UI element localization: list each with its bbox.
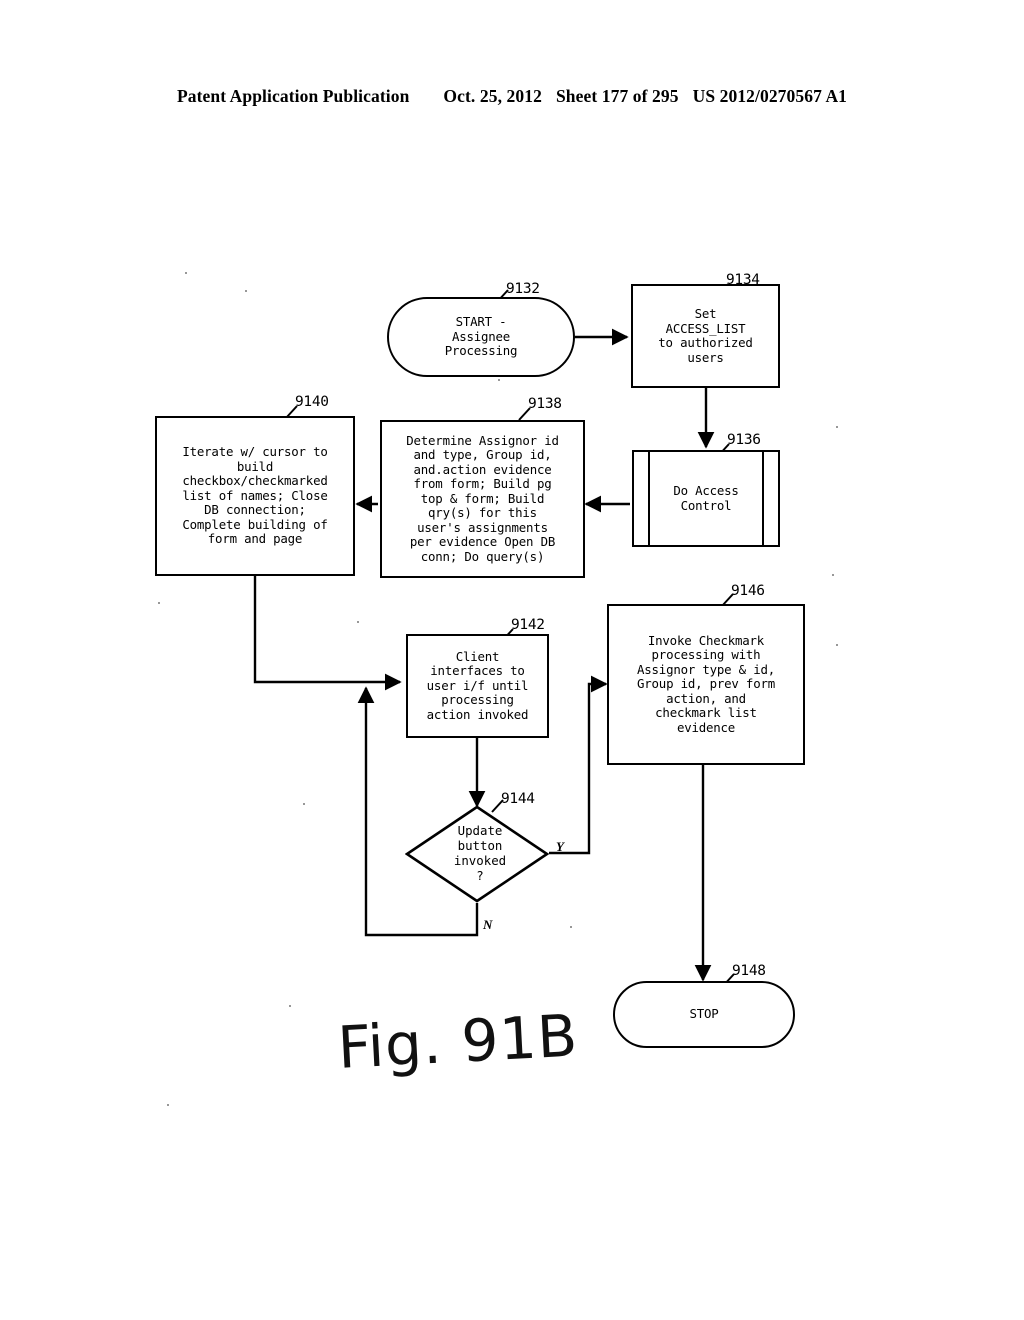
node-client-interfaces-label: Client interfaces to user i/f until proc… bbox=[426, 648, 529, 722]
scan-speck bbox=[289, 1005, 291, 1007]
scan-speck bbox=[245, 290, 247, 292]
node-client-interfaces[interactable]: Client interfaces to user i/f until proc… bbox=[406, 634, 549, 738]
node-determine-assignor-label: Determine Assignor id and type, Group id… bbox=[406, 432, 559, 564]
branch-label-yes: Y bbox=[556, 839, 564, 854]
flowchart: START - Assignee Processing 9132 Set ACC… bbox=[0, 0, 1024, 1320]
patent-figure-page: Patent Application Publication Oct. 25, 2… bbox=[0, 0, 1024, 1320]
scan-speck bbox=[357, 621, 359, 623]
node-do-access-control[interactable]: Do Access Control bbox=[632, 450, 780, 547]
scan-speck bbox=[836, 644, 838, 646]
scan-speck bbox=[185, 272, 187, 274]
scan-speck bbox=[836, 426, 838, 428]
ref-9146: 9146 bbox=[731, 583, 765, 599]
node-update-button-decision[interactable]: Update button invoked ? bbox=[405, 805, 549, 903]
ref-9142: 9142 bbox=[511, 617, 545, 633]
branch-label-no: N bbox=[483, 917, 493, 932]
node-stop[interactable]: STOP bbox=[613, 981, 795, 1048]
ref-9140: 9140 bbox=[295, 394, 329, 410]
node-iterate-cursor-label: Iterate w/ cursor to build checkbox/chec… bbox=[182, 444, 328, 547]
node-invoke-checkmark-label: Invoke Checkmark processing with Assigno… bbox=[637, 632, 775, 735]
scan-speck bbox=[158, 602, 160, 604]
node-iterate-cursor[interactable]: Iterate w/ cursor to build checkbox/chec… bbox=[155, 416, 355, 576]
node-stop-label: STOP bbox=[689, 1006, 719, 1022]
node-start-label: START - Assignee Processing bbox=[444, 314, 518, 359]
node-start[interactable]: START - Assignee Processing bbox=[387, 297, 575, 377]
connector-iterate-cursor-to-client-interfaces bbox=[253, 576, 402, 691]
figure-caption: Fig. 91B bbox=[336, 1001, 580, 1082]
scan-speck bbox=[498, 379, 500, 381]
predefined-bar-right bbox=[761, 452, 764, 545]
connector-yes-branch-to-invoke-checkmark bbox=[549, 675, 608, 855]
ref-9132: 9132 bbox=[506, 281, 540, 297]
ref-9144: 9144 bbox=[501, 791, 535, 807]
node-do-access-control-label: Do Access Control bbox=[673, 483, 739, 513]
ref-9134: 9134 bbox=[726, 272, 760, 288]
ref-9148: 9148 bbox=[732, 963, 766, 979]
node-update-button-label: Update button invoked ? bbox=[453, 823, 507, 883]
predefined-bar-left bbox=[648, 452, 651, 545]
node-determine-assignor[interactable]: Determine Assignor id and type, Group id… bbox=[380, 420, 585, 578]
scan-speck bbox=[303, 803, 305, 805]
ref-9138: 9138 bbox=[528, 396, 562, 412]
node-invoke-checkmark[interactable]: Invoke Checkmark processing with Assigno… bbox=[607, 604, 805, 765]
scan-speck bbox=[570, 926, 572, 928]
ref-9136: 9136 bbox=[727, 432, 761, 448]
node-set-access-list[interactable]: Set ACCESS_LIST to authorized users bbox=[631, 284, 780, 388]
node-set-access-list-label: Set ACCESS_LIST to authorized users bbox=[658, 306, 753, 365]
scan-speck bbox=[832, 574, 834, 576]
scan-speck bbox=[167, 1104, 169, 1106]
